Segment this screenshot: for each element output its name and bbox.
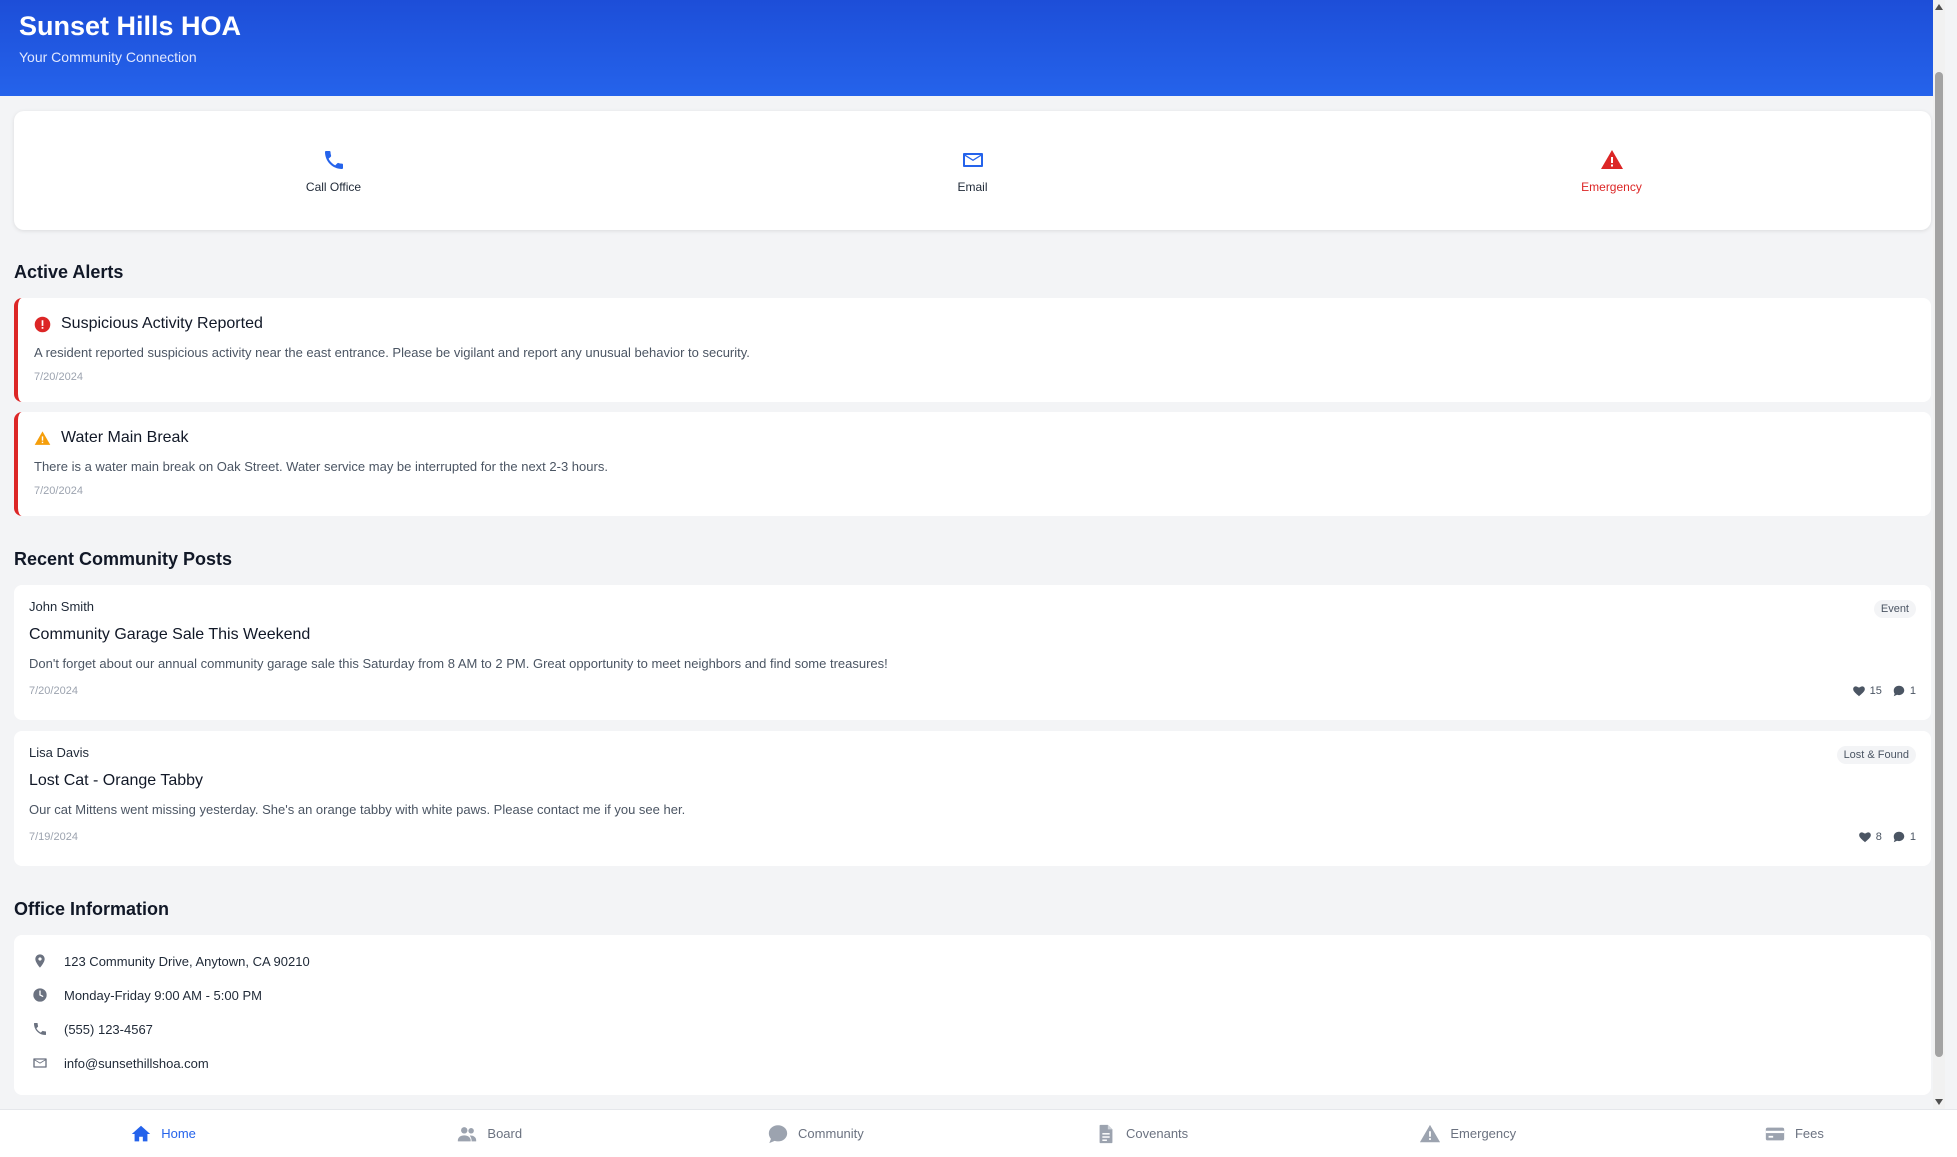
quick-actions: Call Office Email Emergency — [14, 111, 1931, 230]
office-hours-row: Monday-Friday 9:00 AM - 5:00 PM — [32, 986, 1913, 1004]
office-hours: Monday-Friday 9:00 AM - 5:00 PM — [64, 987, 262, 1003]
alert-circle-icon — [34, 316, 51, 332]
nav-board[interactable]: Board — [326, 1110, 652, 1157]
scroll-down-arrow[interactable] — [1933, 1095, 1945, 1109]
alert-date: 7/20/2024 — [34, 371, 83, 383]
office-email-row[interactable]: info@sunsethillshoa.com — [32, 1054, 1913, 1072]
warning-triangle-icon — [1420, 1124, 1441, 1142]
post-stats: 8 1 — [1858, 830, 1916, 844]
main-content: Call Office Email Emergency Active Alert… — [0, 96, 1945, 1095]
office-address: 123 Community Drive, Anytown, CA 90210 — [64, 953, 310, 969]
office-email: info@sunsethillshoa.com — [64, 1055, 209, 1071]
nav-emergency-label: Emergency — [1450, 1126, 1517, 1141]
credit-card-icon — [1765, 1127, 1785, 1140]
nav-fees-label: Fees — [1794, 1126, 1824, 1141]
clock-icon — [33, 988, 47, 1002]
alert-title: Water Main Break — [61, 429, 189, 446]
like-count: 8 — [1875, 831, 1882, 843]
home-icon — [132, 1125, 151, 1141]
emergency-label: Emergency — [1581, 179, 1642, 194]
nav-covenants-label: Covenants — [1126, 1126, 1189, 1141]
like-button[interactable]: 15 — [1852, 684, 1882, 698]
active-alerts-heading: Active Alerts — [14, 262, 124, 282]
post-title: Community Garage Sale This Weekend — [29, 626, 311, 643]
post-author: Lisa Davis — [29, 745, 89, 760]
post-card[interactable]: Lisa Davis Lost & Found Lost Cat - Orang… — [14, 731, 1931, 866]
alert-message: A resident reported suspicious activity … — [34, 345, 750, 360]
scroll-up-arrow[interactable] — [1933, 0, 1945, 14]
office-info-heading: Office Information — [14, 899, 170, 919]
alert-title-row: Water Main Break — [34, 429, 1913, 447]
like-button[interactable]: 8 — [1858, 830, 1882, 844]
comment-button[interactable]: 1 — [1892, 830, 1916, 844]
caret-down-icon — [1935, 1099, 1943, 1105]
nav-community[interactable]: Community — [652, 1110, 978, 1157]
post-body: Our cat Mittens went missing yesterday. … — [29, 802, 686, 817]
post-body: Don't forget about our annual community … — [29, 656, 888, 671]
document-icon — [1099, 1124, 1113, 1143]
nav-board-label: Board — [487, 1126, 523, 1141]
app-viewport: Sunset Hills HOA Your Community Connecti… — [0, 0, 1945, 1109]
nav-home[interactable]: Home — [0, 1110, 326, 1157]
alert-card[interactable]: Water Main Break There is a water main b… — [14, 412, 1931, 516]
vertical-scrollbar[interactable] — [1933, 0, 1945, 1109]
alert-title: Suspicious Activity Reported — [61, 315, 263, 332]
post-stats: 15 1 — [1852, 684, 1916, 698]
post-date: 7/20/2024 — [29, 685, 78, 697]
nav-fees[interactable]: Fees — [1631, 1110, 1957, 1157]
heart-icon — [1852, 686, 1865, 697]
emergency-button[interactable]: Emergency — [1292, 111, 1931, 230]
like-count: 15 — [1869, 685, 1882, 697]
mail-icon — [33, 1058, 47, 1068]
app-title: Sunset Hills HOA — [19, 11, 242, 41]
app-subtitle: Your Community Connection — [19, 49, 197, 65]
mail-icon — [962, 152, 983, 167]
alert-message: There is a water main break on Oak Stree… — [34, 459, 608, 474]
chat-bubble-icon — [768, 1124, 788, 1143]
location-pin-icon — [35, 954, 45, 968]
phone-icon — [324, 150, 343, 169]
post-tag: Lost & Found — [1836, 746, 1916, 764]
call-office-label: Call Office — [305, 179, 362, 194]
post-tag: Event — [1873, 600, 1916, 618]
email-label: Email — [957, 179, 988, 194]
nav-covenants[interactable]: Covenants — [979, 1110, 1305, 1157]
post-date: 7/19/2024 — [29, 831, 78, 843]
comment-button[interactable]: 1 — [1892, 684, 1916, 698]
email-button[interactable]: Email — [653, 111, 1292, 230]
office-phone: (555) 123-4567 — [64, 1021, 153, 1037]
caret-up-icon — [1935, 4, 1943, 10]
comment-icon — [1893, 685, 1905, 697]
office-address-row: 123 Community Drive, Anytown, CA 90210 — [32, 952, 1913, 970]
comment-icon — [1893, 831, 1905, 843]
warning-triangle-icon — [1600, 149, 1623, 169]
nav-home-label: Home — [161, 1126, 196, 1141]
bottom-nav: Home Board Community Covenants Emergency… — [0, 1109, 1957, 1157]
office-phone-row[interactable]: (555) 123-4567 — [32, 1020, 1913, 1038]
warning-triangle-icon — [34, 430, 51, 445]
office-info-card: 123 Community Drive, Anytown, CA 90210 M… — [14, 935, 1931, 1095]
users-icon — [458, 1126, 477, 1141]
phone-icon — [34, 1023, 46, 1035]
nav-emergency[interactable]: Emergency — [1305, 1110, 1631, 1157]
post-footer: 7/19/2024 8 1 — [29, 830, 1916, 844]
alert-title-row: Suspicious Activity Reported — [34, 315, 1913, 333]
post-title: Lost Cat - Orange Tabby — [29, 772, 204, 789]
scrollbar-thumb[interactable] — [1935, 72, 1943, 1057]
app-header: Sunset Hills HOA Your Community Connecti… — [0, 0, 1945, 96]
post-card[interactable]: John Smith Event Community Garage Sale T… — [14, 585, 1931, 720]
alert-card[interactable]: Suspicious Activity Reported A resident … — [14, 298, 1931, 402]
call-office-button[interactable]: Call Office — [14, 111, 653, 230]
comment-count: 1 — [1909, 685, 1916, 697]
heart-icon — [1858, 832, 1871, 843]
post-author: John Smith — [29, 599, 95, 614]
post-footer: 7/20/2024 15 1 — [29, 684, 1916, 698]
comment-count: 1 — [1909, 831, 1916, 843]
alert-date: 7/20/2024 — [34, 485, 83, 497]
community-posts-heading: Recent Community Posts — [14, 549, 233, 569]
nav-community-label: Community — [798, 1126, 864, 1141]
